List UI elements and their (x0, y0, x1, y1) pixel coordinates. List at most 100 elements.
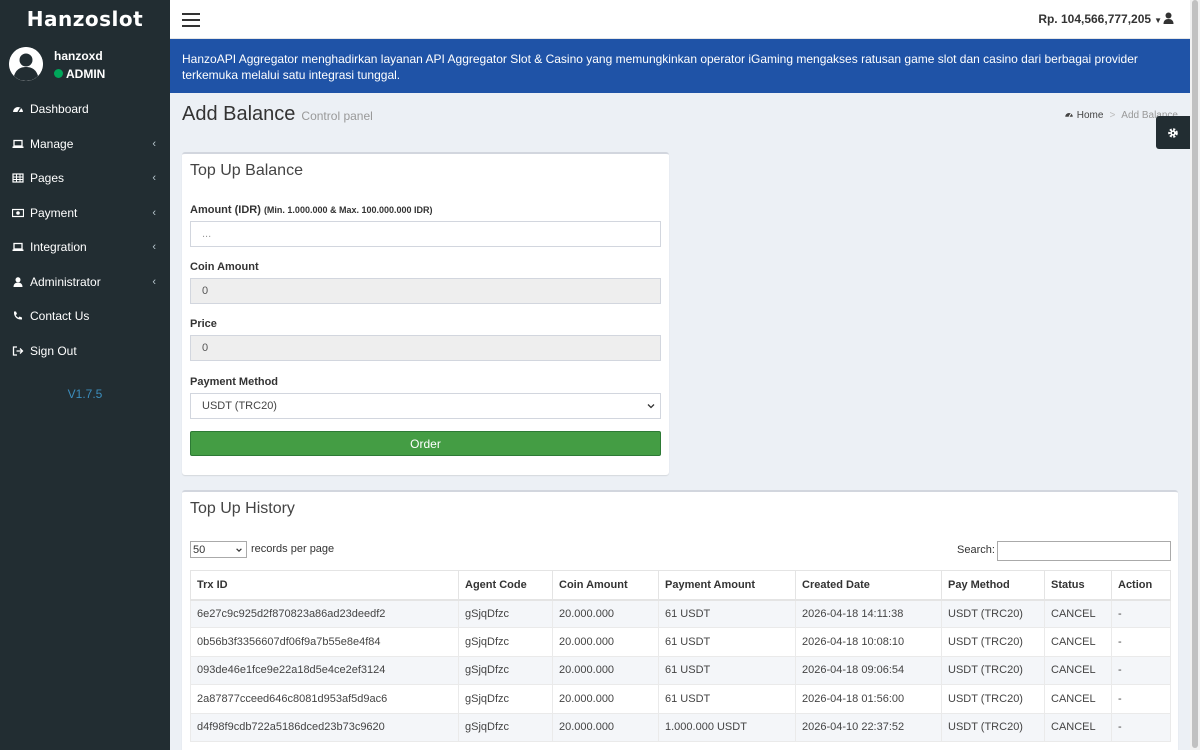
search-input[interactable] (997, 541, 1171, 561)
content-header: Add Balance Control panel (182, 103, 373, 126)
laptop-icon (12, 241, 24, 253)
sidebar: Hanzoslot hanzoxd ADMIN Dashboard Manage… (0, 0, 170, 750)
payment-method-label: Payment Method (190, 376, 279, 388)
column-header-coin-amount[interactable]: Coin Amount (552, 570, 659, 601)
cell-payment-amount: 61 USDT (658, 655, 796, 686)
cell-coin-amount: 20.000.000 (552, 712, 659, 742)
cell-payment-amount: 1.000.000 USDT (658, 712, 796, 742)
column-header-action[interactable]: Action (1111, 570, 1171, 601)
cell-payment-amount: 61 USDT (658, 684, 796, 714)
order-button[interactable]: Order (190, 431, 661, 456)
table-icon (12, 172, 24, 184)
history-box-title: Top Up History (190, 500, 295, 517)
sidebar-item-payment[interactable]: Payment ‹ (0, 196, 170, 231)
avatar (9, 47, 43, 81)
cell-trx-id: d4f98f9cdb722a5186dced23b73c9620 (190, 712, 459, 742)
table-row: 6e27c9c925d2f870823a86ad23deedf2 gSjqDfz… (190, 598, 1171, 629)
user-menu-icon[interactable] (1163, 12, 1174, 27)
cell-pay-method: USDT (TRC20) (941, 655, 1045, 686)
phone-icon (12, 310, 24, 322)
topup-balance-box: Top Up Balance Amount (IDR) (Min. 1.000.… (182, 152, 669, 475)
amount-label-text: Amount (IDR) (190, 204, 261, 216)
table-row: 093de46e1fce9e22a18d5e4ce2ef3124 gSjqDfz… (190, 655, 1171, 686)
sidebar-item-label: Administrator (30, 274, 101, 289)
balance-value: Rp. 104,566,777,205 (1038, 12, 1152, 26)
sidebar-item-label: Dashboard (30, 102, 89, 117)
cell-coin-amount: 20.000.000 (552, 627, 659, 657)
amount-input[interactable]: ... (190, 221, 661, 247)
cell-action: - (1111, 712, 1171, 742)
user-icon (12, 276, 24, 288)
cell-status: CANCEL (1044, 712, 1112, 742)
cell-action: - (1111, 655, 1171, 686)
cell-created-date: 2026-04-18 09:06:54 (795, 655, 942, 686)
column-header-agent-code[interactable]: Agent Code (458, 570, 553, 601)
breadcrumb-home[interactable]: Home (1077, 110, 1104, 121)
cell-created-date: 2026-04-18 01:56:00 (795, 684, 942, 714)
caret-down-icon: ▼ (1154, 16, 1162, 25)
sidebar-item-label: Sign Out (30, 343, 77, 358)
cell-trx-id: 6e27c9c925d2f870823a86ad23deedf2 (190, 598, 459, 629)
cell-agent-code: gSjqDfzc (458, 598, 553, 629)
cell-coin-amount: 20.000.000 (552, 598, 659, 629)
sidebar-item-sign-out[interactable]: Sign Out (0, 334, 170, 369)
user-role-label: ADMIN (66, 67, 106, 81)
cell-action: - (1111, 627, 1171, 657)
sidebar-item-label: Contact Us (30, 309, 90, 324)
column-header-trx-id[interactable]: Trx ID (190, 570, 459, 601)
table-row: d4f98f9cdb722a5186dced23b73c9620 gSjqDfz… (190, 712, 1171, 742)
chevron-left-icon: ‹ (152, 172, 156, 184)
coin-amount-label: Coin Amount (190, 261, 259, 273)
cell-created-date: 2026-04-18 14:11:38 (795, 598, 942, 629)
search-label: Search: (957, 544, 995, 556)
sidebar-item-dashboard[interactable]: Dashboard (0, 92, 170, 127)
column-header-created-date[interactable]: Created Date (795, 570, 942, 601)
dashboard-icon (12, 103, 24, 115)
column-header-status[interactable]: Status (1044, 570, 1112, 601)
settings-gear-button[interactable] (1156, 116, 1190, 149)
balance-dropdown[interactable]: Rp. 104,566,777,205 ▼ (1038, 12, 1162, 26)
sidebar-item-label: Pages (30, 171, 65, 186)
payment-method-value: USDT (TRC20) (202, 400, 277, 412)
price-field: 0 (190, 335, 661, 361)
sidebar-item-contact-us[interactable]: Contact Us (0, 299, 170, 334)
topup-box-title: Top Up Balance (190, 162, 303, 179)
sidebar-item-manage[interactable]: Manage ‹ (0, 127, 170, 162)
page-scrollbar[interactable] (1190, 0, 1200, 750)
column-header-pay-method[interactable]: Pay Method (941, 570, 1045, 601)
table-row: 2a87877cceed646c8081d953af5d9ac6 gSjqDfz… (190, 684, 1171, 714)
topup-history-box: Top Up History 50 records per page Searc… (182, 490, 1178, 750)
top-navbar: Rp. 104,566,777,205 ▼ (170, 0, 1190, 39)
payment-method-select[interactable]: USDT (TRC20) (190, 393, 661, 419)
user-name: hanzoxd (54, 49, 103, 63)
scrollbar-thumb[interactable] (1192, 0, 1198, 748)
cell-created-date: 2026-04-10 22:37:52 (795, 712, 942, 742)
cell-trx-id: 2a87877cceed646c8081d953af5d9ac6 (190, 684, 459, 714)
amount-label: Amount (IDR) (Min. 1.000.000 & Max. 100.… (190, 204, 433, 216)
chevron-left-icon: ‹ (152, 206, 156, 219)
column-header-payment-amount[interactable]: Payment Amount (658, 570, 796, 601)
coin-amount-field: 0 (190, 278, 661, 304)
chevron-left-icon: ‹ (152, 275, 156, 288)
table-row: 0b56b3f3356607df06f9a7b55e8e4f84 gSjqDfz… (190, 627, 1171, 657)
cell-status: CANCEL (1044, 627, 1112, 657)
cell-payment-amount: 61 USDT (658, 598, 796, 629)
records-per-page-select[interactable]: 50 (190, 541, 247, 558)
brand-logo[interactable]: Hanzoslot (0, 0, 170, 39)
records-per-page-value: 50 (193, 543, 206, 556)
cell-payment-amount: 61 USDT (658, 627, 796, 657)
sidebar-item-label: Manage (30, 136, 74, 151)
sidebar-item-label: Integration (30, 240, 87, 255)
dashboard-icon (1065, 113, 1073, 118)
amount-hint: (Min. 1.000.000 & Max. 100.000.000 IDR) (263, 205, 433, 215)
sidebar-item-integration[interactable]: Integration ‹ (0, 230, 170, 265)
menu-toggle-icon[interactable] (182, 13, 200, 27)
cell-agent-code: gSjqDfzc (458, 712, 553, 742)
sidebar-item-administrator[interactable]: Administrator ‹ (0, 265, 170, 300)
user-role: ADMIN (54, 67, 105, 81)
sidebar-item-pages[interactable]: Pages ‹ (0, 161, 170, 196)
cell-status: CANCEL (1044, 655, 1112, 686)
cell-trx-id: 093de46e1fce9e22a18d5e4ce2ef3124 (190, 655, 459, 686)
cell-agent-code: gSjqDfzc (458, 684, 553, 714)
price-label: Price (190, 318, 217, 330)
